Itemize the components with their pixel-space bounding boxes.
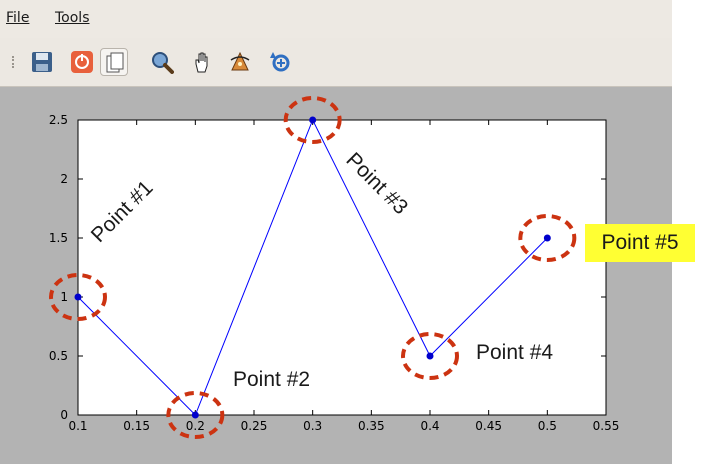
x-tick-label: 0.25 [241, 419, 268, 433]
x-tick-label: 0.3 [303, 419, 322, 433]
y-tick-label: 1 [60, 290, 68, 304]
data-point-marker[interactable] [543, 234, 551, 242]
pan-button[interactable] [188, 48, 216, 76]
menu-file[interactable]: File [6, 10, 29, 26]
rotate-3d-icon [230, 51, 250, 71]
y-tick-label: 2.5 [49, 113, 68, 127]
reset-view-button[interactable] [266, 48, 294, 76]
rotate-3d-button[interactable] [226, 48, 254, 76]
y-tick-label: 0 [60, 408, 68, 422]
menu-file-label: File [6, 10, 30, 26]
reset-view-icon [270, 52, 290, 72]
zoom-button[interactable] [148, 48, 176, 76]
x-tick-label: 0.35 [358, 419, 385, 433]
data-point-marker[interactable] [309, 116, 317, 124]
copy-button[interactable] [100, 48, 128, 76]
data-point-marker[interactable] [191, 411, 199, 419]
annotation-point-5: Point #5 [585, 224, 695, 262]
data-point-marker[interactable] [426, 352, 434, 360]
pan-hand-icon [195, 52, 208, 73]
y-tick-label: 2 [60, 172, 68, 186]
x-tick-label: 0.55 [593, 419, 620, 433]
toolbar [0, 38, 672, 87]
x-tick-label: 0.4 [420, 419, 439, 433]
plot-area[interactable]: 0.1 0.15 0.2 0.25 0.3 0.35 0.4 0.45 0.5 0.55 0 0.5 1… [0, 86, 672, 464]
toolbar-grip[interactable] [12, 56, 17, 68]
copy-icon [106, 52, 124, 73]
x-tick-label: 0.45 [475, 419, 502, 433]
menu-bar: File Tools [0, 0, 672, 38]
x-tick-label: 0.5 [538, 419, 557, 433]
x-tick-label: 0.2 [186, 419, 205, 433]
menu-tools[interactable]: Tools [55, 10, 90, 26]
annotation-point-2: Point #2 [233, 368, 311, 391]
x-tick-label: 0.15 [123, 419, 150, 433]
annotation-point-4: Point #4 [476, 341, 554, 364]
y-tick-label: 1.5 [49, 231, 68, 245]
save-button[interactable] [28, 48, 56, 76]
y-tick-label: 0.5 [49, 349, 68, 363]
data-point-marker[interactable] [74, 293, 82, 301]
menu-tools-label: Tools [55, 10, 90, 26]
stop-icon [71, 51, 93, 73]
zoom-icon [152, 52, 174, 74]
stop-button[interactable] [68, 48, 96, 76]
save-icon [32, 52, 52, 72]
x-tick-label: 0.1 [68, 419, 87, 433]
